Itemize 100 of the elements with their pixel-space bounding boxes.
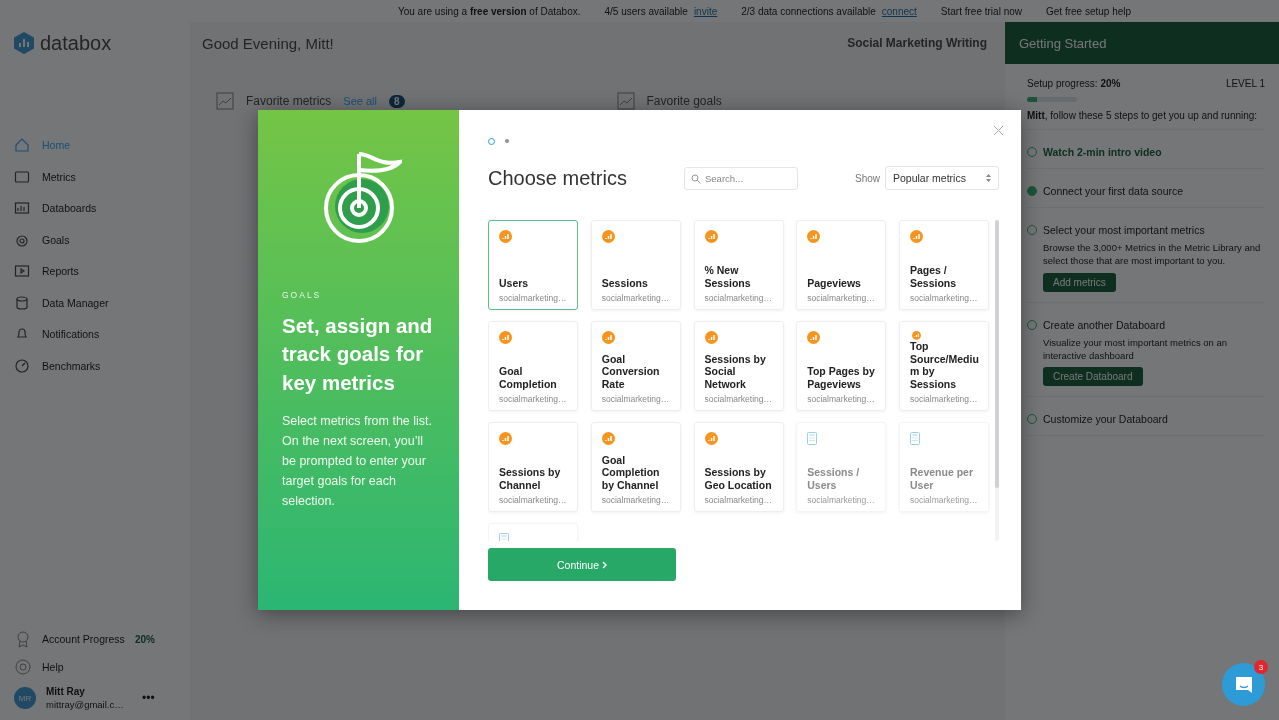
metric-name: Pageviews bbox=[807, 277, 862, 290]
widget-title: Favorite goals bbox=[646, 94, 722, 108]
metric-name: Goal Completion by Channel bbox=[601, 453, 661, 492]
metrics-select[interactable]: Popular metrics bbox=[885, 166, 999, 190]
notification-badge: 3 bbox=[1254, 660, 1268, 674]
continue-button[interactable]: Continue bbox=[488, 548, 676, 581]
sidebar-item[interactable]: Metrics bbox=[14, 165, 176, 188]
metric-source: socialmarketing… bbox=[601, 495, 671, 505]
step-button[interactable]: Create Databoard bbox=[1043, 367, 1143, 387]
section-label: GOALS bbox=[282, 290, 323, 300]
sidebar-item[interactable]: Goals bbox=[14, 228, 176, 251]
metric-source: socialmarketing… bbox=[807, 293, 876, 303]
more-button[interactable]: ••• bbox=[142, 691, 155, 705]
sidebar-item[interactable]: Databoards bbox=[14, 197, 176, 220]
metric-source: socialmarketing… bbox=[704, 394, 774, 404]
intro-text: Mitt, follow these 5 steps to get you up and running: bbox=[1027, 110, 1265, 130]
metric-source: socialmarketing… bbox=[910, 495, 979, 505]
bar-chart-icon bbox=[499, 230, 512, 243]
metric-source: socialmarketing… bbox=[499, 495, 568, 505]
trial-link[interactable]: Start free trial now bbox=[940, 5, 1022, 17]
metric-card[interactable]: Sessions by Geo Location socialmarketing… bbox=[693, 422, 784, 512]
play-icon bbox=[14, 263, 30, 280]
metric-source: socialmarketing… bbox=[910, 394, 979, 404]
user-email: mittray@gmail.c… bbox=[46, 699, 125, 710]
progress-percent: 20% bbox=[134, 633, 155, 645]
setup-progress-text: Setup progress: 20% bbox=[1027, 78, 1121, 89]
bar-chart-icon bbox=[499, 432, 512, 445]
panel-description: Select metrics from the list. On the next screen, you’ll be prompted to enter your target goals for each selection. bbox=[282, 412, 434, 510]
metric-card[interactable]: Top Source/Mediu m by Sessions socialmarketing… bbox=[899, 321, 989, 411]
metric-card[interactable]: Sessions socialmarketing… bbox=[590, 220, 681, 310]
metric-source: socialmarketing… bbox=[601, 293, 671, 303]
close-button[interactable] bbox=[992, 124, 1005, 137]
metric-card[interactable]: Pages / Sessions socialmarketing… bbox=[899, 220, 989, 310]
metric-card[interactable]: Goal Conversion Rate socialmarketing… bbox=[590, 321, 681, 411]
step-title: Select your most important metrics bbox=[1043, 224, 1206, 236]
metric-source: socialmarketing… bbox=[499, 394, 568, 404]
chevron-right-icon bbox=[602, 560, 607, 569]
count-badge: 8 bbox=[389, 94, 405, 108]
help-link[interactable]: Help bbox=[42, 661, 64, 673]
step-dot[interactable] bbox=[505, 139, 509, 143]
sidebar-item[interactable]: Notifications bbox=[14, 323, 176, 346]
bar-chart-icon bbox=[704, 432, 718, 445]
panel-header: Getting Started bbox=[1005, 22, 1279, 64]
search-icon bbox=[691, 173, 701, 184]
metric-name: Users bbox=[499, 277, 530, 290]
metric-card[interactable]: Sessions by Social Network socialmarketing… bbox=[693, 321, 784, 411]
users-text: 4/5 users available bbox=[604, 5, 688, 17]
step-title[interactable]: Watch 2-min intro video bbox=[1043, 146, 1265, 158]
metric-card[interactable]: Pageviews socialmarketing… bbox=[796, 220, 887, 310]
databoard-name[interactable]: Social Marketing Writing bbox=[847, 36, 987, 50]
award-icon bbox=[14, 630, 32, 648]
logo-icon bbox=[14, 32, 34, 54]
widget-title: Favorite metrics bbox=[246, 94, 332, 108]
chart-icon bbox=[14, 200, 30, 217]
bar-chart-icon bbox=[704, 331, 718, 344]
notice-text: You are using a free version of Databox. bbox=[397, 5, 581, 17]
step-title: Connect your first data source bbox=[1043, 185, 1185, 197]
sidebar-item[interactable]: Data Manager bbox=[14, 291, 176, 314]
bar-chart-icon bbox=[704, 230, 718, 243]
sidebar-item[interactable]: Benchmarks bbox=[14, 354, 176, 377]
close-icon bbox=[994, 126, 1003, 135]
metric-source: socialmarketing… bbox=[807, 394, 876, 404]
metric-name: Top Source/Mediu m by Sessions bbox=[910, 339, 979, 391]
modal-title: Choose metrics bbox=[488, 166, 628, 190]
search-field[interactable]: Search... bbox=[684, 166, 798, 190]
metric-card[interactable]: % New Sessions socialmarketing… bbox=[693, 220, 784, 310]
metric-source: socialmarketing… bbox=[704, 495, 774, 505]
lifebuoy-icon bbox=[14, 658, 32, 676]
home-icon bbox=[14, 137, 30, 154]
account-progress-link[interactable]: Account Progress bbox=[42, 633, 125, 645]
bar-chart-icon bbox=[601, 331, 615, 344]
connections-text: 2/3 data connections available bbox=[741, 5, 876, 17]
connect-link[interactable]: connect bbox=[881, 5, 917, 17]
bar-chart-icon bbox=[910, 230, 923, 243]
greeting-text: Good Evening, Mitt! bbox=[202, 34, 334, 52]
metric-card[interactable]: Goal Completion by Channel socialmarketing… bbox=[590, 422, 681, 512]
bar-chart-icon bbox=[910, 331, 923, 340]
calculator-icon bbox=[807, 432, 818, 445]
user-avatar[interactable]: MR bbox=[14, 687, 36, 709]
metric-name: % New Sessions bbox=[704, 264, 752, 290]
setup-help-link[interactable]: Get free setup help bbox=[1046, 5, 1132, 17]
step-title: Customize your Databoard bbox=[1043, 413, 1169, 426]
step-button[interactable]: Add metrics bbox=[1043, 272, 1116, 292]
metric-source: socialmarketing… bbox=[910, 293, 979, 303]
metric-card[interactable]: Goal Completion socialmarketing… bbox=[488, 321, 578, 411]
metric-card[interactable]: Sessions by Channel socialmarketing… bbox=[488, 422, 578, 512]
metric-source: socialmarketing… bbox=[601, 394, 671, 404]
chat-bubble-icon bbox=[1233, 674, 1254, 695]
metric-name: Sessions / Users bbox=[807, 466, 861, 492]
gauge-icon bbox=[14, 357, 30, 374]
sidebar-item[interactable]: Reports bbox=[14, 260, 176, 283]
metric-card[interactable]: Users socialmarketing… bbox=[488, 220, 578, 310]
metric-card[interactable]: Top Pages by Pageviews socialmarketing… bbox=[796, 321, 887, 411]
bar-chart-icon bbox=[807, 230, 821, 243]
invite-link[interactable]: invite bbox=[693, 5, 718, 17]
scrollbar-thumb[interactable] bbox=[995, 220, 999, 488]
chart-icon bbox=[216, 92, 234, 110]
metric-source: socialmarketing… bbox=[807, 495, 876, 505]
metric-name: Sessions bbox=[601, 277, 649, 290]
bar-chart-icon bbox=[601, 230, 615, 243]
